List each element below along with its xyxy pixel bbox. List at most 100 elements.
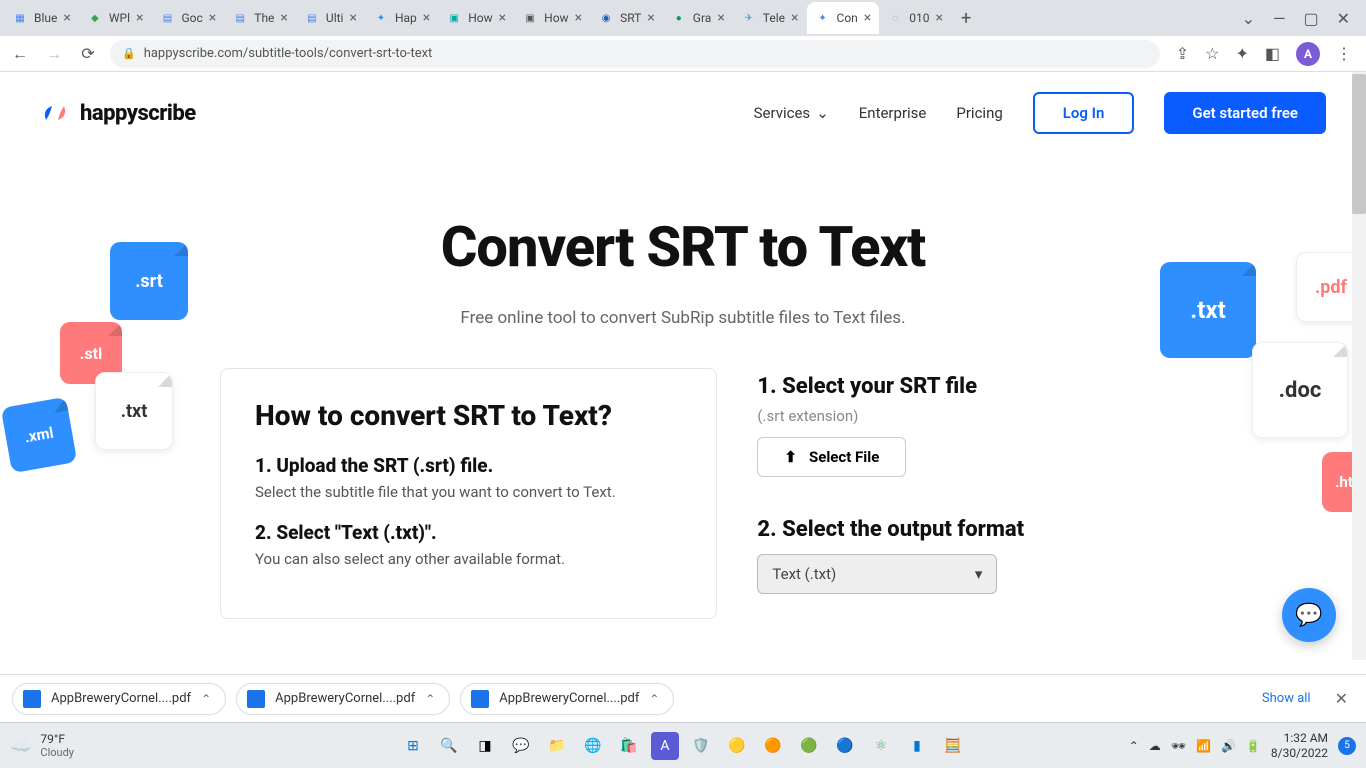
download-item[interactable]: AppBreweryCornel....pdf⌃ — [12, 683, 226, 715]
tab-1[interactable]: ◆WPl× — [79, 2, 152, 34]
app-files[interactable]: 📁 — [543, 732, 571, 760]
tabs-dropdown-icon[interactable]: ⌄ — [1242, 9, 1255, 28]
chevron-down-icon: ⌄ — [816, 104, 829, 122]
chat-fab[interactable]: 💬 — [1282, 588, 1336, 642]
app-mcafee[interactable]: 🛡️ — [687, 732, 715, 760]
share-icon[interactable]: ⇪ — [1176, 44, 1189, 63]
close-icon[interactable]: × — [936, 10, 943, 26]
close-icon[interactable]: × — [791, 10, 798, 26]
chat-icon: 💬 — [1295, 603, 1322, 628]
app-calc[interactable]: 🧮 — [939, 732, 967, 760]
deco-txt1: .txt — [95, 372, 173, 450]
wifi-icon[interactable]: 📶 — [1196, 739, 1211, 753]
profile-avatar[interactable]: A — [1296, 42, 1320, 66]
main-nav: Services ⌄ Enterprise Pricing Log In Get… — [754, 92, 1326, 134]
tab-12[interactable]: ◌010× — [879, 2, 951, 34]
bookmark-icon[interactable]: ☆ — [1205, 44, 1219, 63]
tab-title: Hap — [395, 11, 417, 25]
step1-heading: 1. Upload the SRT (.srt) file. — [255, 454, 682, 477]
tab-9[interactable]: ●Gra× — [663, 2, 733, 34]
app-edge[interactable]: 🌐 — [579, 732, 607, 760]
nav-services[interactable]: Services ⌄ — [754, 104, 829, 122]
tab-2[interactable]: ▤Goc× — [151, 2, 224, 34]
power-icon[interactable]: 🔋 — [1246, 739, 1261, 753]
battery-icon[interactable]: 🕶 — [1171, 739, 1186, 753]
page-content: .srt .stl .txt .xml .txt .pdf .doc .ht h… — [0, 72, 1366, 662]
pdf-icon — [247, 690, 265, 708]
tab-10[interactable]: ✈Tele× — [733, 2, 807, 34]
chevron-up-icon[interactable]: ⌃ — [201, 692, 211, 706]
tab-title: Tele — [763, 11, 785, 25]
taskbar: ☁️ 79°F Cloudy ⊞ 🔍 ◨ 💬 📁 🌐 🛍️ A 🛡️ 🟡 🟠 🟢… — [0, 722, 1366, 768]
download-item[interactable]: AppBreweryCornel....pdf⌃ — [460, 683, 674, 715]
tab-11-active[interactable]: ✦Con× — [807, 2, 880, 34]
show-all-downloads[interactable]: Show all — [1262, 691, 1319, 706]
close-icon[interactable]: × — [63, 10, 70, 26]
app-vscode[interactable]: ▮ — [903, 732, 931, 760]
chevron-up-icon[interactable]: ⌃ — [649, 692, 659, 706]
app-store[interactable]: 🛍️ — [615, 732, 643, 760]
output-format-select[interactable]: Text (.txt) ▾ — [757, 554, 997, 594]
new-tab-button[interactable]: + — [951, 8, 981, 29]
tab-7[interactable]: ▣How× — [514, 2, 590, 34]
forward-button[interactable]: → — [42, 44, 66, 64]
select-file-button[interactable]: ⬆ Select File — [757, 437, 906, 477]
app-chrome2[interactable]: 🟠 — [759, 732, 787, 760]
weather-widget[interactable]: ☁️ 79°F Cloudy — [10, 732, 74, 759]
tab-8[interactable]: ◉SRT× — [590, 2, 663, 34]
onedrive-icon[interactable]: ☁ — [1149, 739, 1161, 753]
login-button[interactable]: Log In — [1033, 92, 1135, 134]
close-downloads-bar[interactable]: ✕ — [1329, 689, 1354, 708]
extensions-icon[interactable]: ✦ — [1235, 44, 1248, 63]
close-icon[interactable]: × — [864, 10, 871, 26]
notifications-badge[interactable]: 5 — [1338, 737, 1356, 755]
app-chat[interactable]: 💬 — [507, 732, 535, 760]
close-icon[interactable]: × — [499, 10, 506, 26]
app-chrome1[interactable]: 🟡 — [723, 732, 751, 760]
reload-button[interactable]: ⟳ — [76, 44, 100, 63]
window-minimize-icon[interactable]: — — [1273, 9, 1286, 28]
app-chrome4[interactable]: 🔵 — [831, 732, 859, 760]
pdf-icon — [471, 690, 489, 708]
app-atom[interactable]: ⚛ — [867, 732, 895, 760]
tray-expand-icon[interactable]: ⌃ — [1129, 739, 1139, 753]
page-scrollbar[interactable] — [1352, 72, 1366, 660]
tab-4[interactable]: ▤Ulti× — [296, 2, 365, 34]
clock[interactable]: 1:32 AM 8/30/2022 — [1271, 731, 1328, 760]
start-button[interactable]: ⊞ — [399, 732, 427, 760]
deco-xml: .xml — [1, 397, 77, 473]
action-steps: 1. Select your SRT file (.srt extension)… — [757, 368, 1146, 619]
tab-5[interactable]: ✦Hap× — [365, 2, 438, 34]
tab-3[interactable]: ▤The× — [224, 2, 296, 34]
close-icon[interactable]: × — [209, 10, 216, 26]
search-button[interactable]: 🔍 — [435, 732, 463, 760]
sidepanel-icon[interactable]: ◧ — [1265, 44, 1280, 63]
app-generic1[interactable]: A — [651, 732, 679, 760]
brand-logo[interactable]: happyscribe — [40, 98, 196, 128]
get-started-button[interactable]: Get started free — [1164, 92, 1326, 134]
tab-0[interactable]: ▦Blue× — [4, 2, 79, 34]
back-button[interactable]: ← — [8, 44, 32, 64]
window-maximize-icon[interactable]: ▢ — [1303, 9, 1318, 28]
close-icon[interactable]: × — [423, 10, 430, 26]
chevron-up-icon[interactable]: ⌃ — [425, 692, 435, 706]
close-icon[interactable]: × — [280, 10, 287, 26]
volume-icon[interactable]: 🔊 — [1221, 739, 1236, 753]
close-icon[interactable]: × — [575, 10, 582, 26]
nav-pricing[interactable]: Pricing — [956, 104, 1002, 122]
url-input[interactable]: 🔒 happyscribe.com/subtitle-tools/convert… — [110, 40, 1160, 68]
tab-title: Con — [837, 11, 858, 25]
tab-6[interactable]: ▣How× — [438, 2, 514, 34]
scrollbar-thumb[interactable] — [1352, 74, 1366, 214]
close-icon[interactable]: × — [136, 10, 143, 26]
close-icon[interactable]: × — [647, 10, 654, 26]
app-chrome3[interactable]: 🟢 — [795, 732, 823, 760]
close-icon[interactable]: × — [349, 10, 356, 26]
window-close-icon[interactable]: ✕ — [1337, 9, 1350, 28]
menu-icon[interactable]: ⋮ — [1336, 44, 1352, 63]
close-icon[interactable]: × — [717, 10, 724, 26]
download-item[interactable]: AppBreweryCornel....pdf⌃ — [236, 683, 450, 715]
system-tray: ⌃ ☁ 🕶 📶 🔊 🔋 1:32 AM 8/30/2022 5 — [1129, 731, 1356, 760]
nav-enterprise[interactable]: Enterprise — [859, 104, 927, 122]
taskview-button[interactable]: ◨ — [471, 732, 499, 760]
